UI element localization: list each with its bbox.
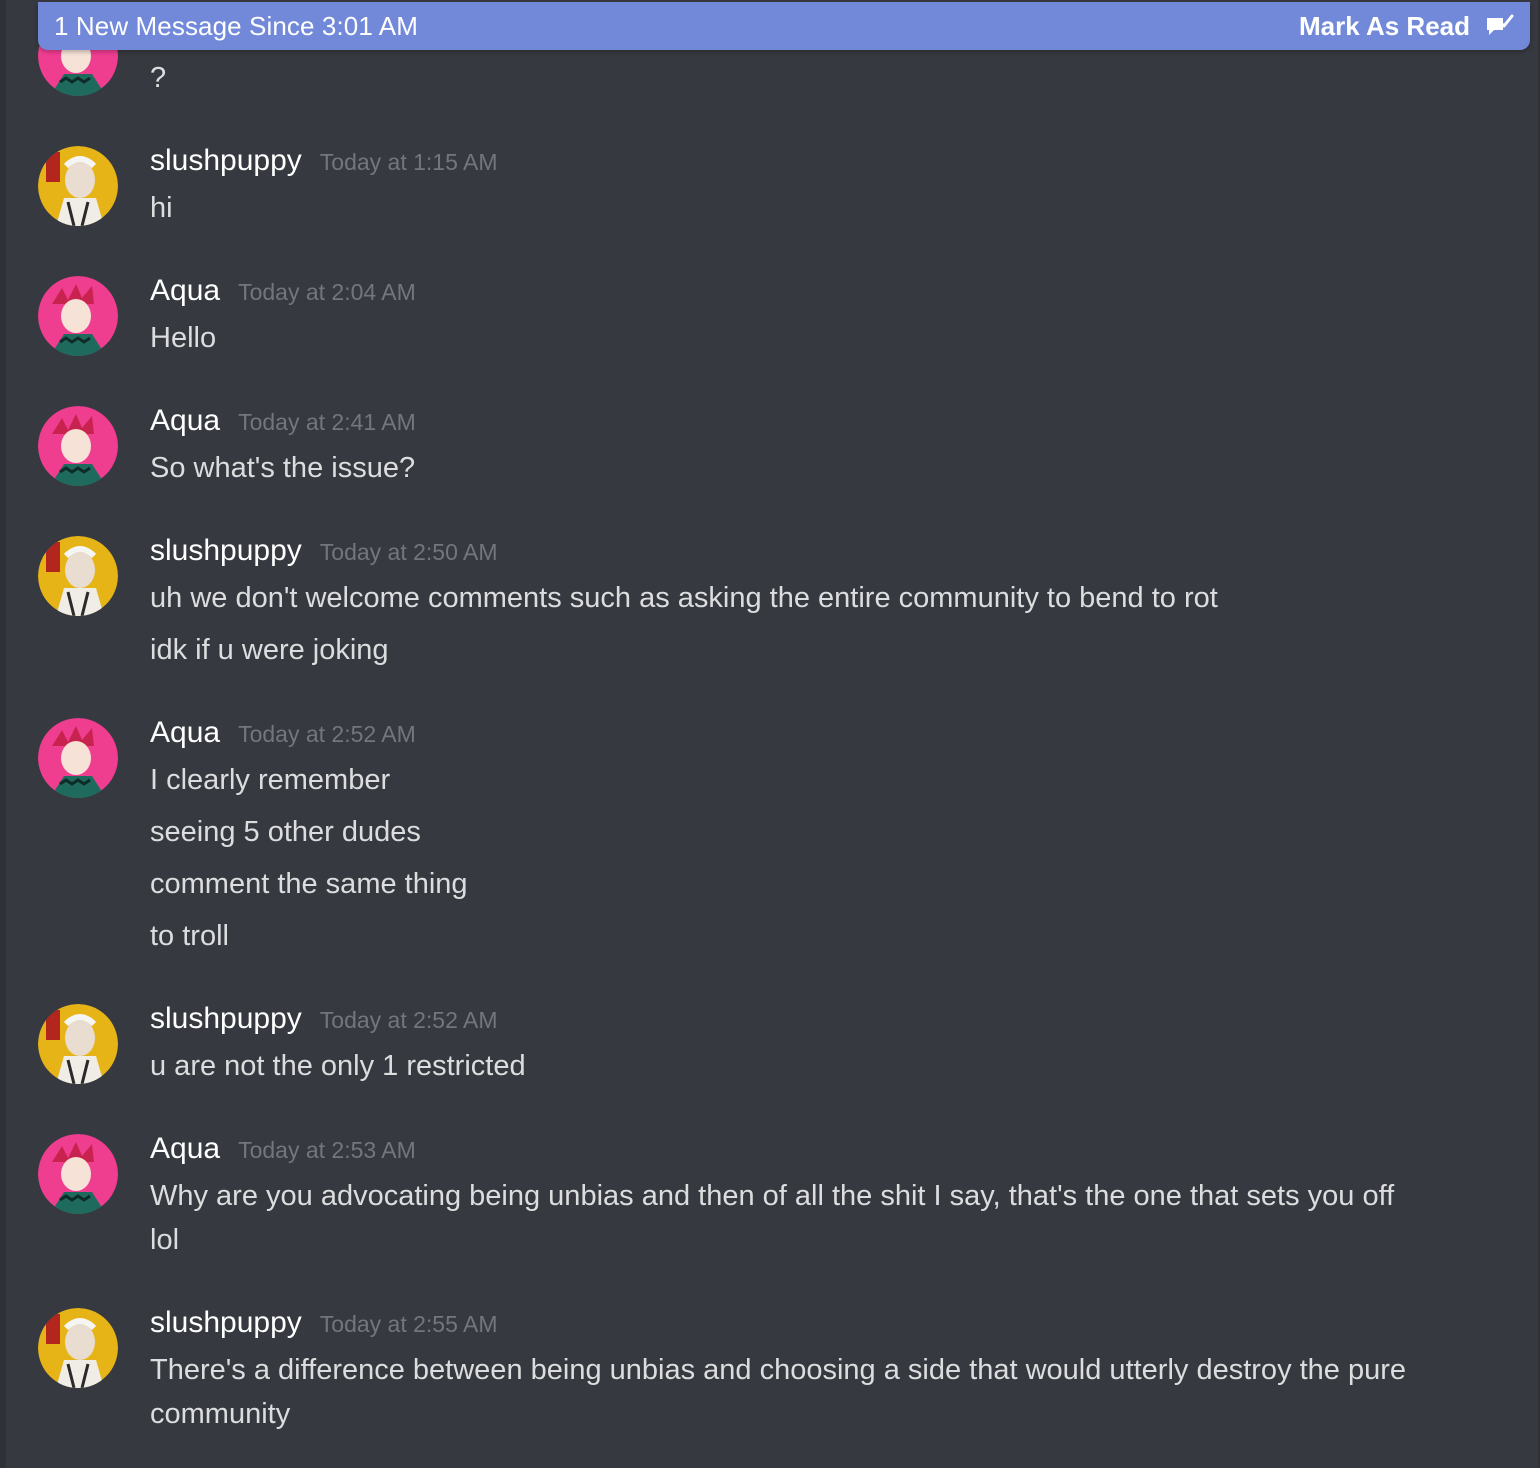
username[interactable]: slushpuppy	[150, 1306, 302, 1340]
message-line: idk if u were joking	[150, 634, 389, 666]
message-header: slushpuppy Today at 1:15 AM	[150, 144, 498, 178]
message-header: Aqua Today at 2:04 AM	[150, 274, 416, 308]
message-line: to troll	[150, 920, 229, 952]
username[interactable]: slushpuppy	[150, 534, 302, 568]
mark-as-read-button[interactable]: Mark As Read	[1299, 11, 1514, 42]
message-line: seeing 5 other dudes	[150, 816, 421, 848]
avatar-aqua[interactable]	[38, 276, 118, 356]
timestamp[interactable]: Today at 2:52 AM	[238, 721, 416, 748]
left-divider	[0, 0, 6, 1468]
message-line: u are not the only 1 restricted	[150, 1050, 526, 1082]
message-header: Aqua Today at 2:53 AM	[150, 1132, 416, 1166]
message-line: ?	[150, 62, 167, 94]
message-header: slushpuppy Today at 2:50 AM	[150, 534, 498, 568]
message-line: comment the same thing	[150, 868, 468, 900]
timestamp[interactable]: Today at 2:55 AM	[320, 1311, 498, 1338]
username[interactable]: Aqua	[150, 274, 220, 308]
avatar-aqua[interactable]	[38, 1134, 118, 1214]
timestamp[interactable]: Today at 2:50 AM	[320, 539, 498, 566]
timestamp[interactable]: Today at 2:52 AM	[320, 1007, 498, 1034]
message-line: Why are you advocating being unbias and …	[150, 1180, 1395, 1256]
message-line: So what's the issue?	[150, 452, 416, 484]
username[interactable]: Aqua	[150, 1132, 220, 1166]
message-header: slushpuppy Today at 2:55 AM	[150, 1306, 498, 1340]
message-header: Aqua Today at 2:52 AM	[150, 716, 416, 750]
username[interactable]: slushpuppy	[150, 1002, 302, 1036]
new-messages-label[interactable]: 1 New Message Since 3:01 AM	[54, 11, 418, 42]
avatar-aqua[interactable]	[38, 718, 118, 798]
mark-as-read-label[interactable]: Mark As Read	[1299, 11, 1470, 42]
timestamp[interactable]: Today at 2:04 AM	[238, 279, 416, 306]
timestamp[interactable]: Today at 2:41 AM	[238, 409, 416, 436]
mark-read-icon[interactable]	[1484, 12, 1514, 40]
message-line: Hello	[150, 322, 217, 354]
timestamp[interactable]: Today at 1:15 AM	[320, 149, 498, 176]
avatar-slushpuppy[interactable]	[38, 146, 118, 226]
chat-window: 1 New Message Since 3:01 AM Mark As Read…	[0, 0, 1540, 1468]
new-messages-banner[interactable]: 1 New Message Since 3:01 AM Mark As Read	[38, 2, 1530, 50]
avatar-slushpuppy[interactable]	[38, 1308, 118, 1388]
message-line: uh we don't welcome comments such as ask…	[150, 582, 1218, 614]
message-line: I clearly remember	[150, 764, 391, 796]
username[interactable]: slushpuppy	[150, 144, 302, 178]
message-header: slushpuppy Today at 2:52 AM	[150, 1002, 498, 1036]
timestamp[interactable]: Today at 2:53 AM	[238, 1137, 416, 1164]
avatar-slushpuppy[interactable]	[38, 536, 118, 616]
avatar-aqua[interactable]	[38, 406, 118, 486]
message-header: Aqua Today at 2:41 AM	[150, 404, 416, 438]
username[interactable]: Aqua	[150, 716, 220, 750]
message-line: There's a difference between being unbia…	[150, 1354, 1407, 1430]
username[interactable]: Aqua	[150, 404, 220, 438]
message-line: hi	[150, 192, 173, 224]
avatar-slushpuppy[interactable]	[38, 1004, 118, 1084]
